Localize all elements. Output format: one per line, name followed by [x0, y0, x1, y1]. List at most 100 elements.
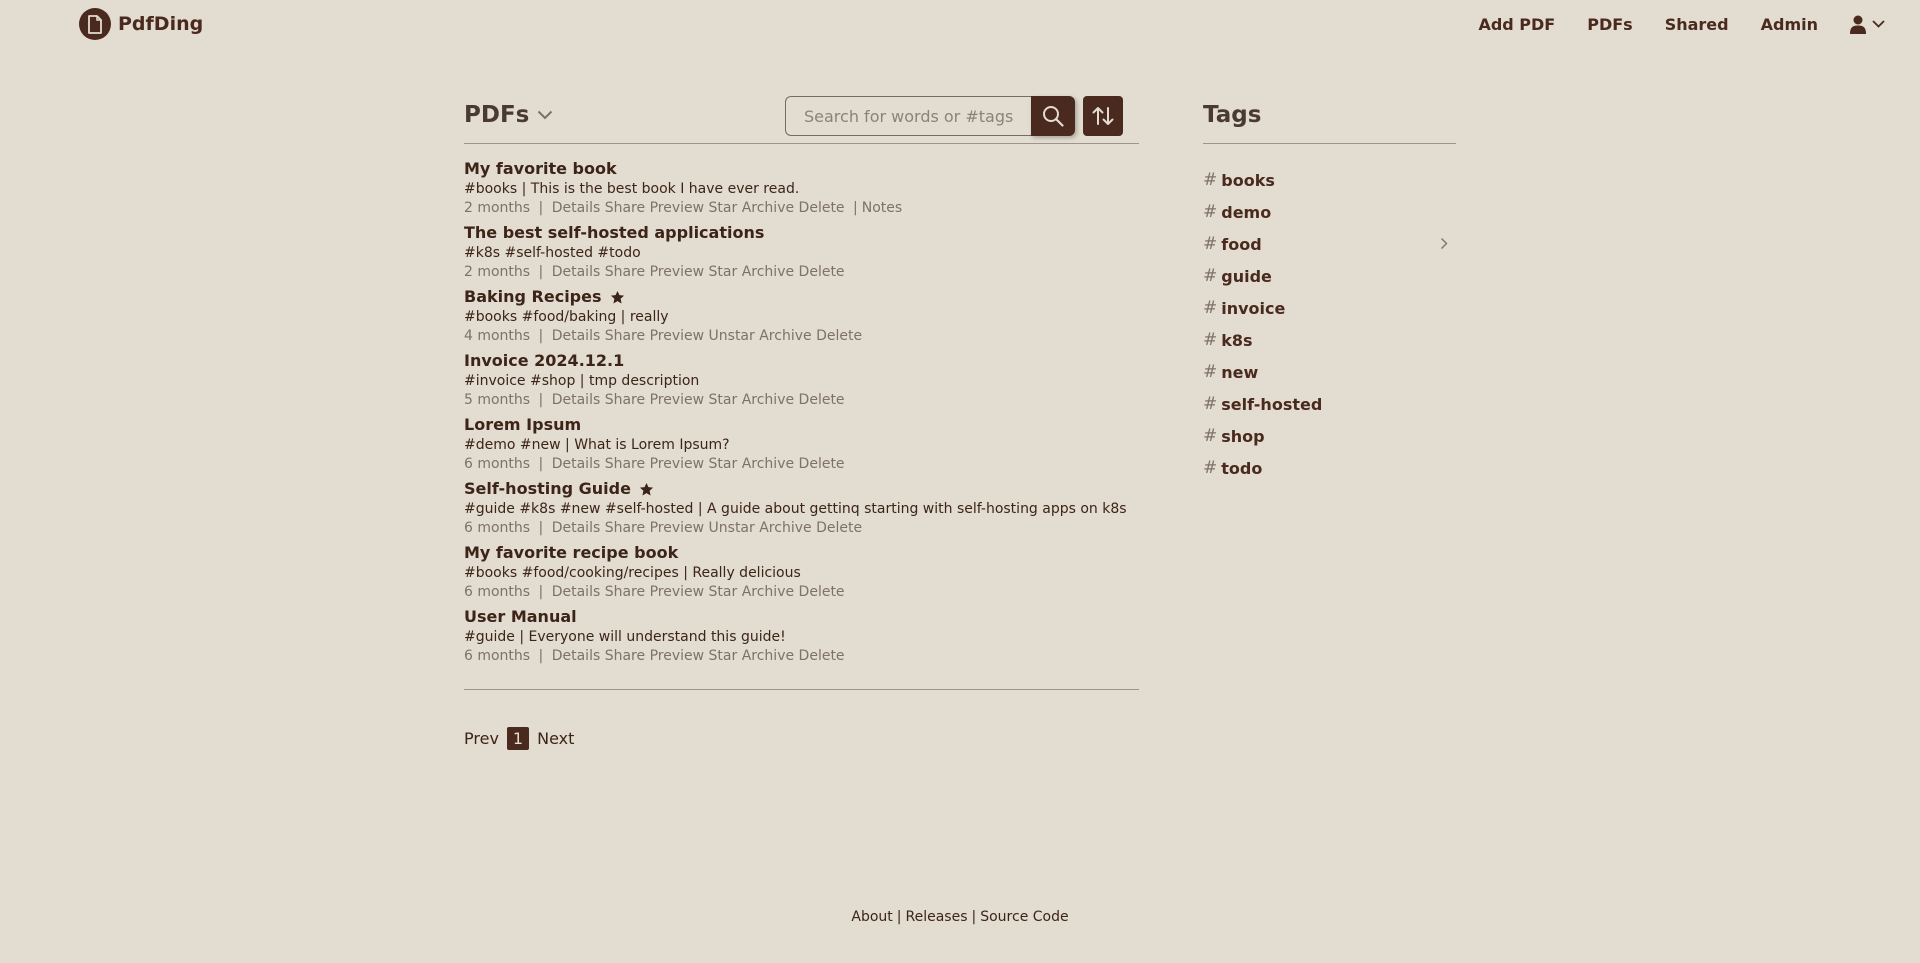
pdf-tags[interactable]: #guide #k8s #new #self-hosted	[464, 501, 693, 517]
action-delete-link[interactable]: Delete	[799, 264, 845, 280]
pdf-title-link[interactable]: My favorite book	[464, 158, 617, 180]
action-preview-link[interactable]: Preview	[650, 456, 705, 472]
tag-item[interactable]: # k8s	[1203, 324, 1456, 356]
pdf-actions: 6 months | Details Share Preview Unstar …	[464, 519, 1139, 537]
action-archive-link[interactable]: Archive	[742, 200, 794, 216]
action-preview-link[interactable]: Preview	[650, 392, 705, 408]
prev-page-link[interactable]: Prev	[464, 729, 499, 748]
pdf-tags[interactable]: #k8s #self-hosted #todo	[464, 245, 641, 261]
action-unstar-link[interactable]: Unstar	[709, 328, 755, 344]
action-archive-link[interactable]: Archive	[742, 584, 794, 600]
action-preview-link[interactable]: Preview	[650, 520, 705, 536]
pdf-title-link[interactable]: Self-hosting Guide	[464, 478, 631, 500]
action-star-link[interactable]: Star	[709, 200, 738, 216]
pdf-age: 6 months	[464, 456, 531, 472]
action-delete-link[interactable]: Delete	[816, 328, 862, 344]
tag-item[interactable]: # demo	[1203, 196, 1456, 228]
action-star-link[interactable]: Star	[709, 264, 738, 280]
footer-releases-link[interactable]: Releases	[906, 909, 968, 925]
action-delete-link[interactable]: Delete	[816, 520, 862, 536]
user-menu-button[interactable]	[1850, 15, 1885, 34]
footer-source-link[interactable]: Source Code	[980, 909, 1068, 925]
action-details-link[interactable]: Details	[552, 264, 601, 280]
footer-about-link[interactable]: About	[851, 909, 892, 925]
tag-item[interactable]: # self-hosted	[1203, 388, 1456, 420]
action-preview-link[interactable]: Preview	[650, 584, 705, 600]
action-share-link[interactable]: Share	[605, 584, 645, 600]
nav-shared[interactable]: Shared	[1665, 15, 1729, 34]
pdf-title-link[interactable]: Baking Recipes	[464, 286, 602, 308]
action-share-link[interactable]: Share	[605, 328, 645, 344]
action-preview-link[interactable]: Preview	[650, 328, 705, 344]
action-unstar-link[interactable]: Unstar	[709, 520, 755, 536]
tag-list: # books # demo # food # guide # invoice # k8s # new # s…	[1203, 144, 1456, 484]
nav-admin[interactable]: Admin	[1761, 15, 1818, 34]
pdf-title-link[interactable]: Invoice 2024.12.1	[464, 350, 624, 372]
nav-pdfs[interactable]: PDFs	[1587, 15, 1632, 34]
pdf-tags[interactable]: #guide	[464, 629, 515, 645]
action-delete-link[interactable]: Delete	[799, 200, 845, 216]
action-details-link[interactable]: Details	[552, 520, 601, 536]
search-button[interactable]	[1031, 96, 1075, 136]
action-delete-link[interactable]: Delete	[799, 584, 845, 600]
action-share-link[interactable]: Share	[605, 520, 645, 536]
action-archive-link[interactable]: Archive	[742, 648, 794, 664]
action-archive-link[interactable]: Archive	[759, 328, 811, 344]
action-delete-link[interactable]: Delete	[799, 456, 845, 472]
action-archive-link[interactable]: Archive	[759, 520, 811, 536]
pdf-title-link[interactable]: The best self-hosted applications	[464, 222, 764, 244]
brand-link[interactable]: PdfDing	[79, 8, 203, 40]
current-page[interactable]: 1	[506, 726, 530, 750]
chevron-down-icon	[1872, 20, 1885, 28]
action-preview-link[interactable]: Preview	[650, 648, 705, 664]
tag-item[interactable]: # guide	[1203, 260, 1456, 292]
tag-name: k8s	[1221, 330, 1253, 350]
pdf-tags[interactable]: #invoice #shop	[464, 373, 575, 389]
action-share-link[interactable]: Share	[605, 264, 645, 280]
action-star-link[interactable]: Star	[709, 456, 738, 472]
pdf-title-link[interactable]: Lorem Ipsum	[464, 414, 581, 436]
pdfs-dropdown[interactable]: PDFs	[464, 102, 553, 128]
nav-add-pdf[interactable]: Add PDF	[1478, 15, 1555, 34]
action-details-link[interactable]: Details	[552, 328, 601, 344]
action-delete-link[interactable]: Delete	[799, 648, 845, 664]
action-share-link[interactable]: Share	[605, 392, 645, 408]
action-delete-link[interactable]: Delete	[799, 392, 845, 408]
action-details-link[interactable]: Details	[552, 200, 601, 216]
tag-item[interactable]: # todo	[1203, 452, 1456, 484]
chevron-right-icon[interactable]	[1440, 237, 1448, 250]
pdf-tags[interactable]: #books #food/cooking/recipes	[464, 565, 679, 581]
hash-icon: #	[1203, 394, 1218, 414]
tag-item[interactable]: # books	[1203, 164, 1456, 196]
action-share-link[interactable]: Share	[605, 456, 645, 472]
action-archive-link[interactable]: Archive	[742, 392, 794, 408]
action-details-link[interactable]: Details	[552, 392, 601, 408]
pdf-tags[interactable]: #books #food/baking	[464, 309, 616, 325]
action-preview-link[interactable]: Preview	[650, 264, 705, 280]
action-notes-link[interactable]: Notes	[862, 200, 902, 216]
pdf-tags[interactable]: #demo #new	[464, 437, 561, 453]
search-input[interactable]	[785, 96, 1031, 136]
action-star-link[interactable]: Star	[709, 648, 738, 664]
pdf-title-link[interactable]: My favorite recipe book	[464, 542, 678, 564]
sort-button[interactable]	[1083, 96, 1123, 136]
action-share-link[interactable]: Share	[605, 648, 645, 664]
tag-item[interactable]: # new	[1203, 356, 1456, 388]
action-archive-link[interactable]: Archive	[742, 456, 794, 472]
pdf-title-link[interactable]: User Manual	[464, 606, 577, 628]
tag-item[interactable]: # shop	[1203, 420, 1456, 452]
tag-item[interactable]: # invoice	[1203, 292, 1456, 324]
action-preview-link[interactable]: Preview	[650, 200, 705, 216]
pdf-tags[interactable]: #books	[464, 181, 517, 197]
action-archive-link[interactable]: Archive	[742, 264, 794, 280]
action-details-link[interactable]: Details	[552, 648, 601, 664]
tag-name: guide	[1221, 266, 1272, 286]
pdf-subtitle: #demo #new | What is Lorem Ipsum?	[464, 436, 1139, 455]
action-share-link[interactable]: Share	[605, 200, 645, 216]
action-star-link[interactable]: Star	[709, 392, 738, 408]
action-details-link[interactable]: Details	[552, 456, 601, 472]
next-page-link[interactable]: Next	[537, 729, 574, 748]
tag-item[interactable]: # food	[1203, 228, 1456, 260]
action-details-link[interactable]: Details	[552, 584, 601, 600]
action-star-link[interactable]: Star	[709, 584, 738, 600]
